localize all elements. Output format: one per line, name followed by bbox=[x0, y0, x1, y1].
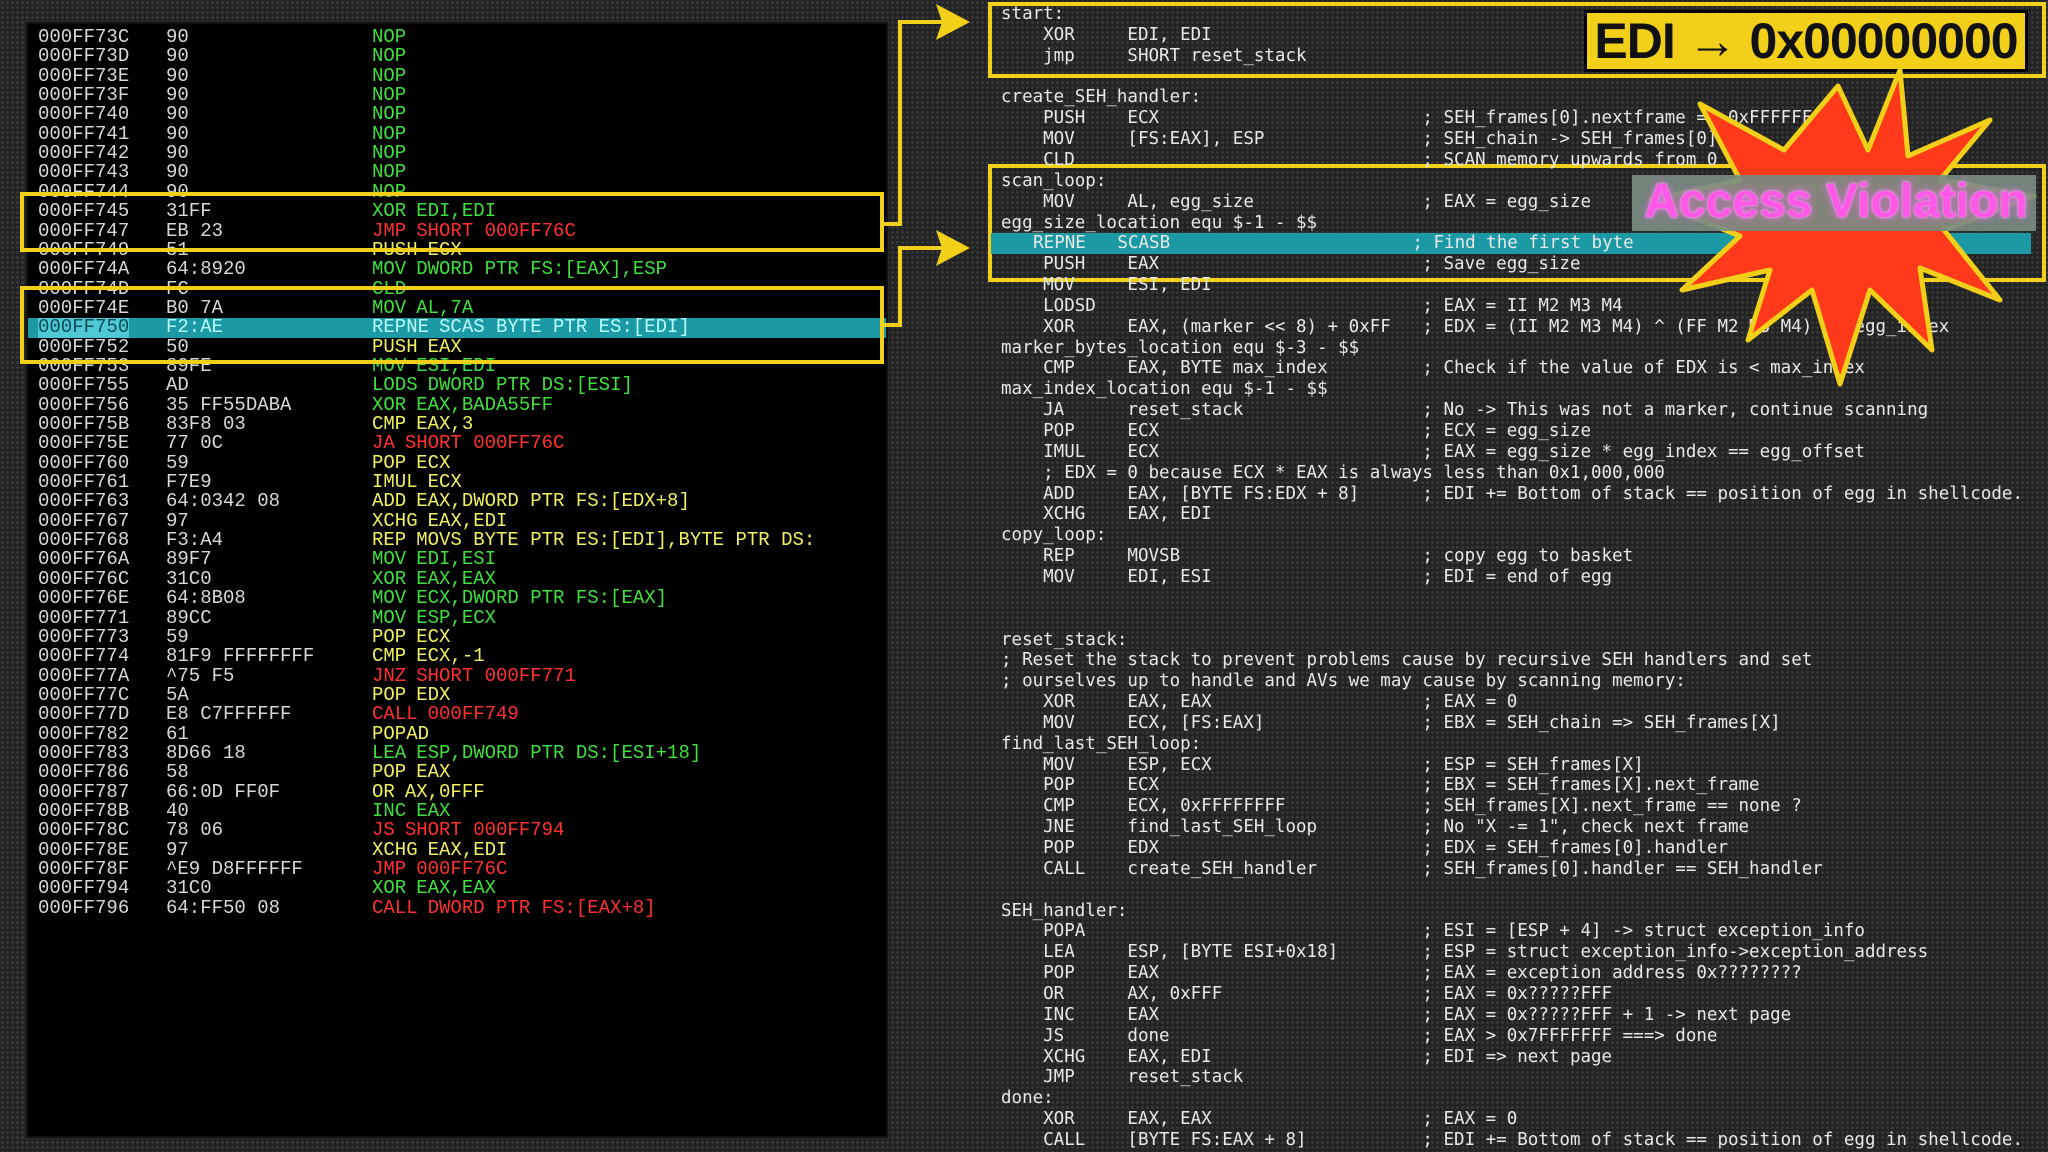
source-line: ; Reset the stack to prevent problems ca… bbox=[1001, 650, 1813, 671]
source-line: MOV [FS:EAX], ESP ; SEH_chain -> SEH_fra… bbox=[1001, 129, 1718, 150]
source-line: done: bbox=[1001, 1088, 1054, 1109]
edi-register-banner: EDI → 0x00000000 bbox=[1584, 10, 2028, 72]
source-line: PUSH EAX ; Save egg_size bbox=[1001, 254, 1581, 275]
source-line: MOV ESI, EDI bbox=[1001, 275, 1212, 296]
source-line: JNE find_last_SEH_loop ; No "X -= 1", ch… bbox=[1001, 817, 1750, 838]
source-line: XOR EAX, (marker << 8) + 0xFF ; EDX = (I… bbox=[1001, 316, 1950, 337]
source-line: POP EAX ; EAX = exception address 0x????… bbox=[1001, 963, 1802, 984]
source-line: PUSH ECX ; SEH_frames[0].nextframe == 0x… bbox=[1001, 108, 1834, 129]
source-line: CLD ; SCAN memory upwards from 0 bbox=[1001, 149, 1718, 170]
source-line: CALL create_SEH_handler ; SEH_frames[0].… bbox=[1001, 858, 1823, 879]
source-line: REP MOVSB ; copy egg to basket bbox=[1001, 546, 1634, 567]
source-line: XCHG EAX, EDI ; EDI => next page bbox=[1001, 1046, 1613, 1067]
source-line: CALL [BYTE FS:EAX + 8] ; EDI += Bottom o… bbox=[1001, 1129, 2023, 1150]
source-line: JA reset_stack ; No -> This was not a ma… bbox=[1001, 400, 1929, 421]
source-line: JS done ; EAX > 0x7FFFFFFF ===> done bbox=[1001, 1025, 1718, 1046]
source-line: XCHG EAX, EDI bbox=[1001, 504, 1212, 525]
source-line: ; EDX = 0 because ECX * EAX is always le… bbox=[1001, 462, 1665, 483]
source-line: create_SEH_handler: bbox=[1001, 87, 1202, 108]
source-line: INC EAX ; EAX = 0x?????FFF + 1 -> next p… bbox=[1001, 1004, 1792, 1025]
source-line: LEA ESP, [BYTE ESI+0x18] ; ESP = struct … bbox=[1001, 942, 1929, 963]
source-line: XOR EAX, EAX ; EAX = 0 bbox=[1001, 1109, 1518, 1130]
source-line: OR AX, 0xFFF ; EAX = 0x?????FFF bbox=[1001, 983, 1613, 1004]
source-line: MOV AL, egg_size ; EAX = egg_size bbox=[1001, 191, 1592, 212]
source-line: start: bbox=[1001, 4, 1065, 24]
source-line: CMP ECX, 0xFFFFFFFF ; SEH_frames[X].next… bbox=[1001, 796, 1802, 817]
source-line-highlighted: REPNE SCASB ; Find the first byte bbox=[991, 233, 2031, 255]
source-line: POP ECX ; EBX = SEH_frames[X].next_frame bbox=[1001, 775, 1760, 796]
source-line: XOR EAX, EAX ; EAX = 0 bbox=[1001, 692, 1518, 713]
source-line: LODSD ; EAX = II M2 M3 M4 bbox=[1001, 295, 1623, 316]
source-line: scan_loop: bbox=[1001, 170, 1107, 191]
source-line: ; ourselves up to handle and AVs we may … bbox=[1001, 671, 1686, 692]
source-line: IMUL ECX ; EAX = egg_size * egg_index ==… bbox=[1001, 441, 1865, 462]
source-line: MOV ECX, [FS:EAX] ; EBX = SEH_chain => S… bbox=[1001, 712, 1781, 733]
source-line: POP ECX ; ECX = egg_size bbox=[1001, 421, 1592, 441]
source-line: CMP EAX, BYTE max_index ; Check if the v… bbox=[1001, 358, 1865, 379]
access-violation-label: Access Violation bbox=[1644, 175, 2028, 228]
source-line: POP EDX ; EDX = SEH_frames[0].handler bbox=[1001, 838, 1728, 858]
source-line: marker_bytes_location equ $-3 - $$ bbox=[1001, 337, 1360, 358]
source-line: MOV ESP, ECX ; ESP = SEH_frames[X] bbox=[1001, 754, 1644, 775]
source-line: reset_stack: bbox=[1001, 629, 1128, 650]
source-line: ADD EAX, [BYTE FS:EDX + 8] ; EDI += Bott… bbox=[1001, 483, 2023, 504]
source-line: egg_size_location equ $-1 - $$ bbox=[1001, 212, 1318, 233]
source-line: max_index_location equ $-1 - $$ bbox=[1001, 379, 1328, 400]
source-line: POPA ; ESI = [ESP + 4] -> struct excepti… bbox=[1001, 921, 1865, 942]
source-line: XOR EDI, EDI bbox=[1001, 24, 1212, 45]
source-line: find_last_SEH_loop: bbox=[1001, 733, 1202, 754]
source-line: copy_loop: bbox=[1001, 525, 1107, 546]
source-line: SEH_handler: bbox=[1001, 900, 1128, 921]
source-line: MOV EDI, ESI ; EDI = end of egg bbox=[1001, 566, 1613, 587]
source-line: JMP reset_stack bbox=[1001, 1067, 1244, 1088]
source-line: jmp SHORT reset_stack bbox=[1001, 45, 1307, 66]
